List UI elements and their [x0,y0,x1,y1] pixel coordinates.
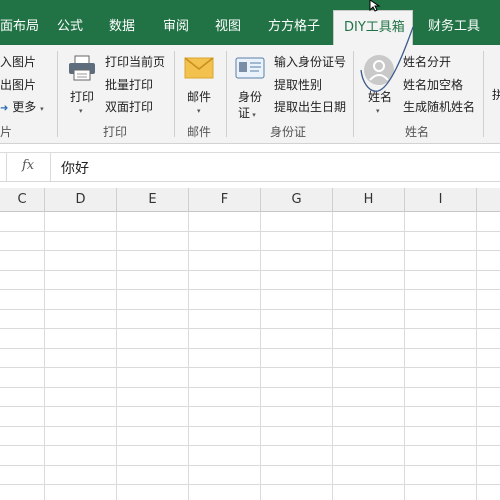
column-header-j-partial[interactable] [477,188,500,212]
ribbon-panel: 导入图片 导出图片 ➜ 更多 ▾ 图片 打印 ▾ 打印当前页 批量打印 双面打印… [0,45,500,144]
id-card-label-line1: 身份 [238,90,263,104]
column-header-d[interactable]: D [45,188,117,212]
id-card-big-button[interactable]: 身份 证 ▾ [232,53,270,121]
grid-line [0,270,500,271]
name-big-button[interactable]: 姓名 ▾ [361,53,397,121]
formula-input[interactable]: 你好 [61,158,89,178]
name-label: 姓名 [368,90,393,104]
print-big-button[interactable]: 打印 ▾ [62,53,102,119]
tab-data[interactable]: 数据 [109,10,135,45]
random-name-button[interactable]: 生成随机姓名 [403,99,475,115]
tab-finance-tools[interactable]: 财务工具 [428,10,480,45]
column-header-c[interactable]: C [0,188,45,212]
mail-label: 邮件 [187,90,212,104]
grid-line [116,212,117,500]
extract-birthdate-button[interactable]: 提取出生日期 [274,99,346,115]
name-box-edge[interactable] [0,153,7,181]
grid-line [0,484,500,485]
id-card-group-label: 身份证 [270,125,307,139]
group-separator [353,51,354,137]
column-header-h[interactable]: H [333,188,405,212]
grid-line [0,387,500,388]
fx-icon[interactable]: fx [22,158,34,173]
dropdown-arrow-icon: ▾ [376,107,380,115]
grid-line [0,426,500,427]
mail-big-button[interactable]: 邮件 ▾ [180,53,220,119]
id-card-label-line2-text: 证 [238,106,251,120]
grid-line [0,465,500,466]
tab-view[interactable]: 视图 [215,10,241,45]
dropdown-arrow-icon: ▾ [40,105,44,113]
grid-line [0,367,500,368]
name-add-space-button[interactable]: 姓名加空格 [403,77,463,93]
tab-formulas[interactable]: 公式 [57,10,83,45]
next-group-partial-button[interactable]: 拼 [492,87,500,103]
column-header-e[interactable]: E [117,188,189,212]
batch-print-button[interactable]: 批量打印 [105,77,153,93]
grid-line [332,212,333,500]
grid-line [476,212,477,500]
duplex-print-button[interactable]: 双面打印 [105,99,153,115]
spreadsheet-grid[interactable]: C D E F G H I [0,188,500,500]
grid-line [260,212,261,500]
person-avatar-icon [364,55,394,85]
tab-fangfang-gezi[interactable]: 方方格子 [268,10,320,45]
grid-line [0,445,500,446]
name-group-label: 姓名 [405,125,430,139]
split-name-button[interactable]: 姓名分开 [403,54,451,70]
formula-bar-divider [50,153,51,181]
print-current-page-button[interactable]: 打印当前页 [105,54,165,70]
grid-line [404,212,405,500]
tab-diy-toolbox[interactable]: DIY工具箱 [333,10,413,45]
mouse-cursor-icon [369,0,381,12]
column-header-g[interactable]: G [261,188,333,212]
grid-line [0,250,500,251]
mail-group-label: 邮件 [187,125,212,139]
grid-line [44,212,45,500]
formula-bar: fx 你好 [0,152,500,182]
grid-line [0,289,500,290]
group-separator [57,51,58,137]
grid-line [188,212,189,500]
tab-page-layout[interactable]: 面布局 [0,10,39,45]
grid-line [0,406,500,407]
arrow-right-icon: ➜ [0,103,9,114]
grid-line [0,328,500,329]
grid-line [0,348,500,349]
printer-icon [69,55,95,81]
ribbon-tab-bar: 面布局 公式 数据 审阅 视图 方方格子 DIY工具箱 财务工具 [0,0,500,45]
column-header-i[interactable]: I [405,188,477,212]
group-separator [226,51,227,137]
column-header-f[interactable]: F [189,188,261,212]
id-card-label-line2: 证 ▾ [238,105,256,123]
dropdown-arrow-icon: ▾ [79,107,83,115]
envelope-icon [184,57,214,79]
dropdown-arrow-icon: ▾ [197,107,201,115]
group-separator [483,51,484,137]
grid-line [0,231,500,232]
enter-id-number-button[interactable]: 输入身份证号 [274,54,346,70]
group-separator [174,51,175,137]
dropdown-arrow-icon: ▾ [250,111,256,119]
more-label: 更多 [12,100,37,114]
more-pictures-button[interactable]: ➜ 更多 ▾ [0,99,44,117]
grid-line [0,309,500,310]
id-card-icon [235,57,265,79]
export-picture-button[interactable]: 导出图片 [0,77,36,93]
picture-group-label: 图片 [0,125,13,139]
tab-review[interactable]: 审阅 [163,10,189,45]
import-picture-button[interactable]: 导入图片 [0,54,36,70]
print-group-label: 打印 [103,125,128,139]
print-label: 打印 [70,90,95,104]
extract-gender-button[interactable]: 提取性别 [274,77,322,93]
